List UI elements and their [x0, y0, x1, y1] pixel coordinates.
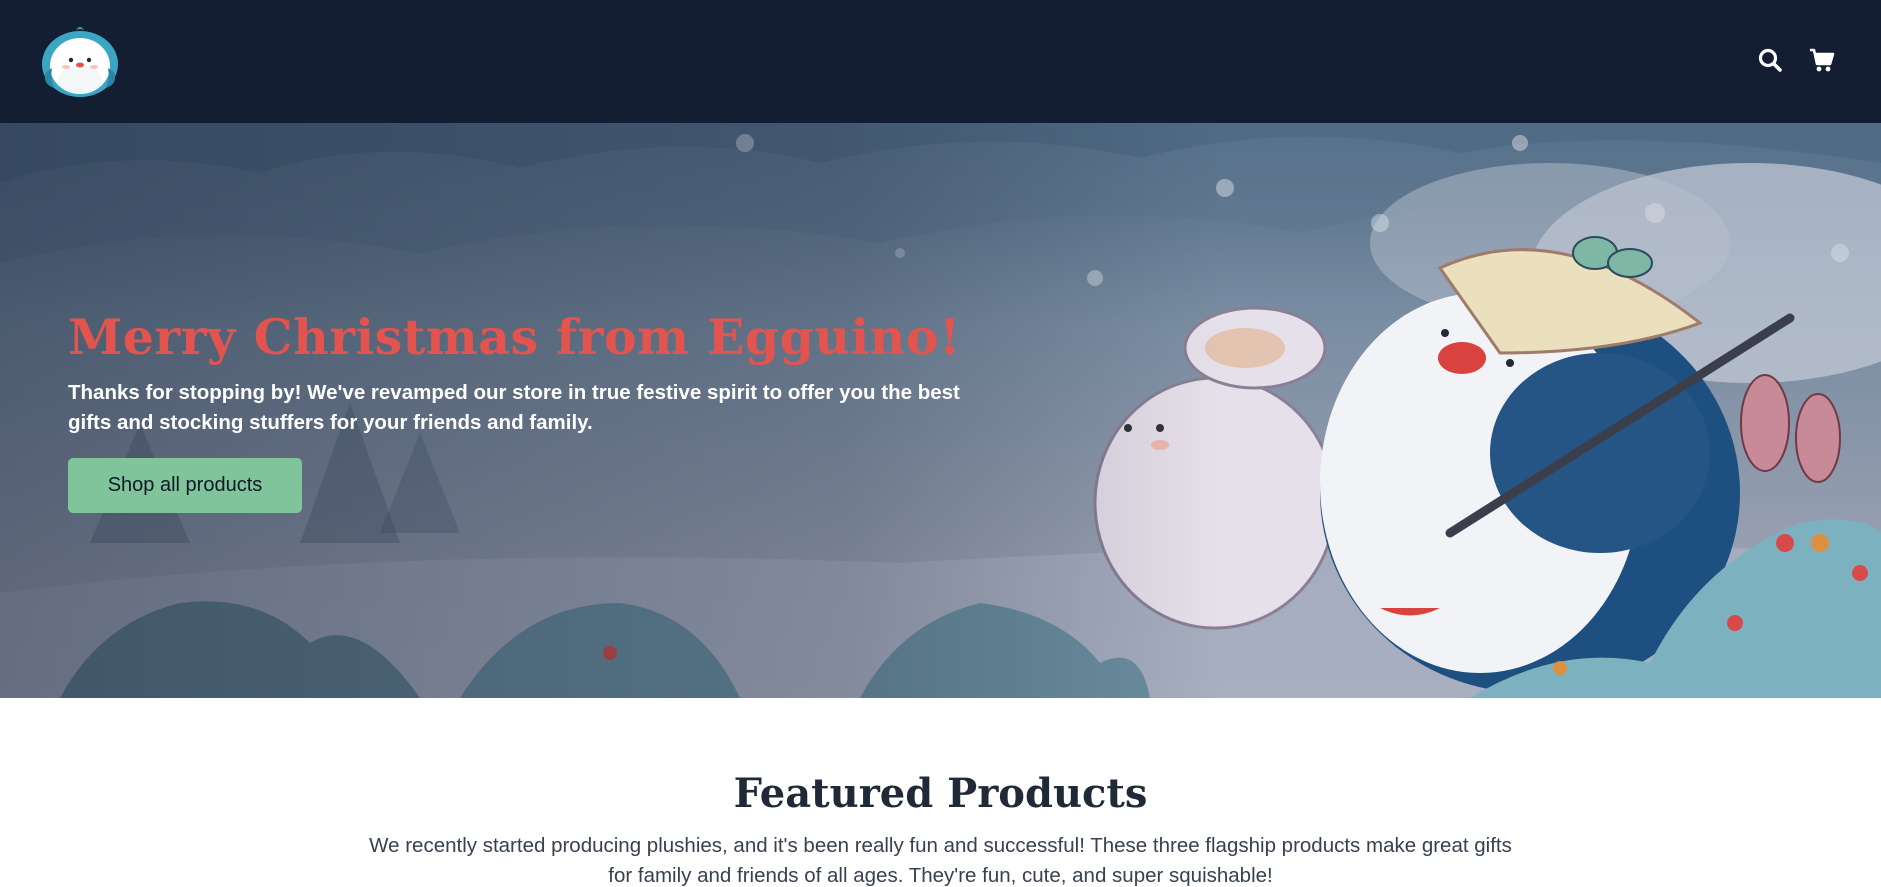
penguin-logo-icon[interactable]: [38, 22, 122, 98]
hero-banner: Merry Christmas from Egguino! Thanks for…: [0, 123, 1881, 698]
featured-products-title: Featured Products: [733, 770, 1148, 817]
site-header: [0, 0, 1881, 123]
cart-icon[interactable]: [1808, 46, 1836, 74]
shop-all-products-button[interactable]: Shop all products: [68, 458, 302, 513]
search-icon[interactable]: [1756, 46, 1784, 74]
hero-description: Thanks for stopping by! We've revamped o…: [68, 381, 960, 434]
hero-title: Merry Christmas from Egguino!: [68, 308, 962, 366]
featured-products-description: We recently started producing plushies, …: [369, 834, 1512, 887]
